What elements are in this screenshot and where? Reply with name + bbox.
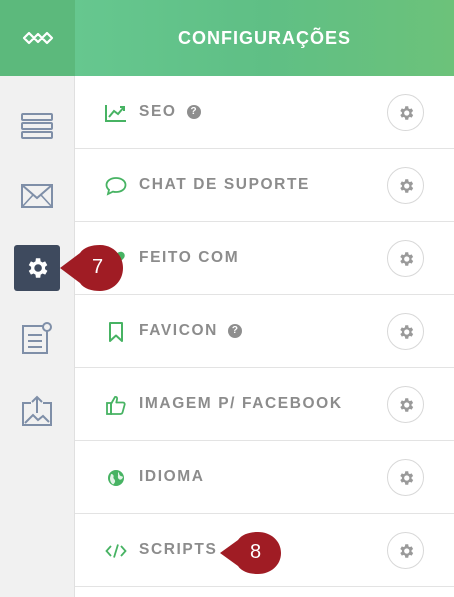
callout-marker-8: 8 [220,532,282,574]
page-title: CONFIGURAÇÕES [177,27,351,48]
list-item-label: IDIOMA [139,468,205,485]
gear-icon [399,543,413,558]
list-item-imagem-facebook[interactable]: IMAGEM P/ FACEBOOK [75,368,454,441]
sidebar-item-pages[interactable] [19,108,55,144]
gear-icon [399,251,413,266]
feito-com-settings-button[interactable] [387,240,424,277]
chat-settings-button[interactable] [387,167,424,204]
trend-chart-icon [105,102,127,124]
seo-settings-button[interactable] [387,94,424,131]
settings-list: SEO? CHAT DE SUPORTE FEITO COM FAVICON ?… [75,76,454,587]
favicon-settings-button[interactable] [387,313,424,350]
callout-number: 7 [92,256,104,278]
chat-bubble-icon [105,175,127,197]
sidebar-item-document[interactable] [19,320,55,356]
list-item-seo[interactable]: SEO? [75,76,454,149]
list-icon [21,113,53,139]
mail-icon [21,184,53,208]
sidebar [0,0,75,597]
sidebar-item-media[interactable] [19,393,55,429]
list-item-label: IMAGEM P/ FACEBOOK [139,395,343,412]
gear-icon [399,178,413,193]
list-item-label: FAVICON? [139,322,242,340]
seo-label: SEO [139,103,177,120]
bookmark-icon [105,321,127,343]
list-item-idioma[interactable]: IDIOMA [75,441,454,514]
sidebar-item-settings[interactable] [14,245,60,291]
list-item-label: SCRIPTS [139,541,218,558]
list-item-feito-com[interactable]: FEITO COM [75,222,454,295]
gear-icon [399,105,413,120]
idioma-settings-button[interactable] [387,459,424,496]
page-header: CONFIGURAÇÕES [75,0,454,76]
favicon-label: FAVICON [139,322,218,339]
list-item-chat-de-suporte[interactable]: CHAT DE SUPORTE [75,149,454,222]
gear-icon [399,470,413,485]
globe-icon [105,467,127,489]
document-icon [22,322,52,354]
code-icon [105,540,127,562]
facebook-image-settings-button[interactable] [387,386,424,423]
gear-icon [399,397,413,412]
list-item-label: SEO? [139,103,201,121]
gear-icon [28,258,48,278]
image-upload-icon [22,395,52,426]
callout-number: 8 [250,541,262,563]
help-icon[interactable]: ? [186,105,201,119]
list-item-label: CHAT DE SUPORTE [139,176,310,193]
gear-icon [399,324,413,339]
thumbs-up-icon [105,394,127,416]
logo-icon [22,31,53,45]
scripts-settings-button[interactable] [387,532,424,569]
callout-marker-7: 7 [60,245,124,291]
sidebar-item-mail[interactable] [19,178,55,214]
help-icon[interactable]: ? [227,324,242,338]
list-item-favicon[interactable]: FAVICON? [75,295,454,368]
list-item-label: FEITO COM [139,249,240,266]
logo[interactable] [0,0,75,76]
